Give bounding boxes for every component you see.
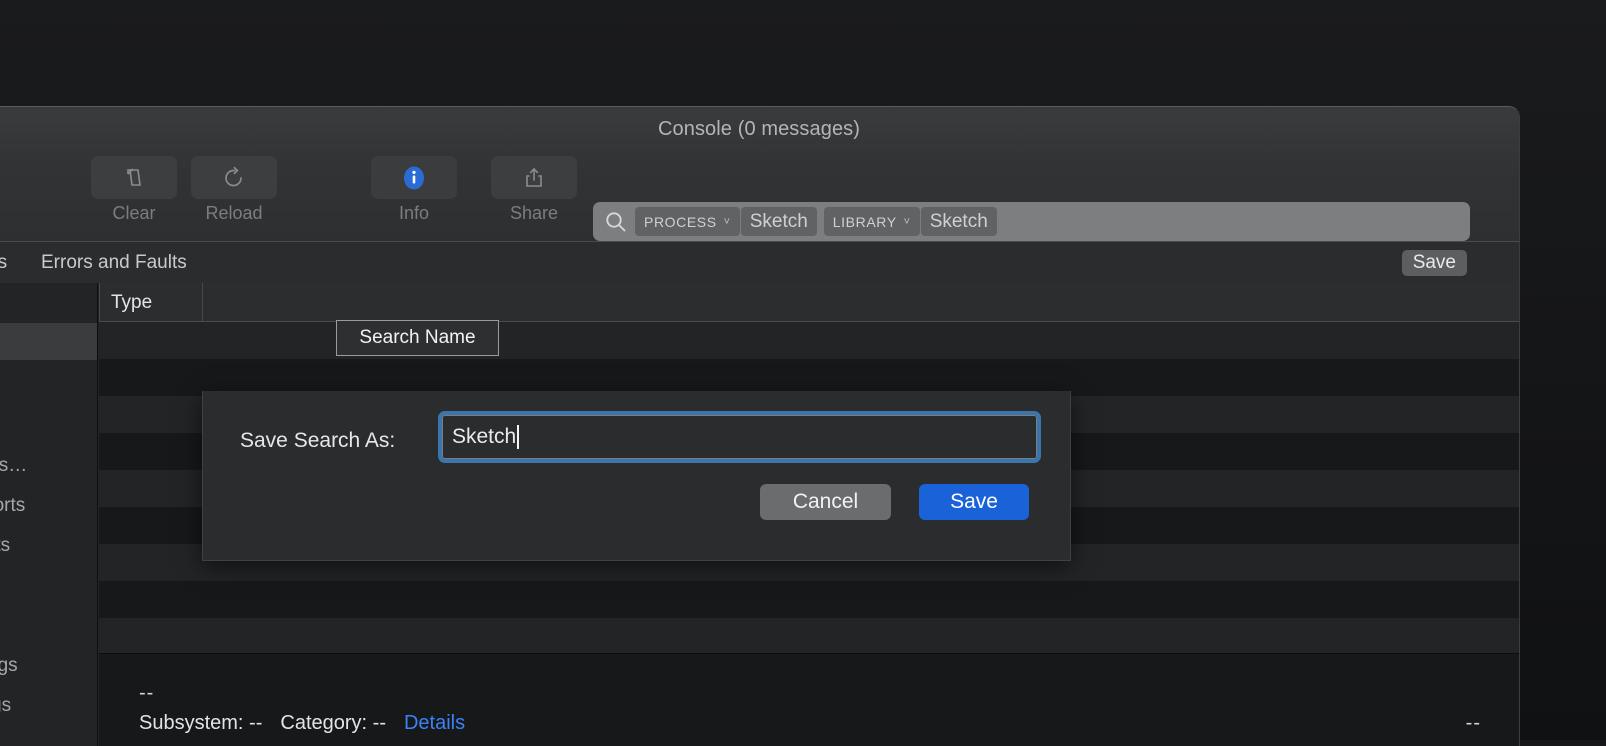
- sidebar-item-4[interactable]: gs: [0, 695, 11, 717]
- clear-button[interactable]: Clear: [91, 156, 177, 224]
- sidebar-item-0[interactable]: ics…: [0, 455, 27, 477]
- chevron-down-icon: ˅: [724, 216, 731, 228]
- save-search-dialog: Save Search As: Sketch Cancel Save: [202, 391, 1071, 561]
- info-button[interactable]: Info: [371, 156, 457, 224]
- detail-category-value: --: [373, 712, 386, 734]
- info-icon: [400, 164, 428, 192]
- search-token-library-category-label: LIBRARY: [833, 214, 897, 230]
- scope-truncated-item[interactable]: es: [0, 252, 7, 274]
- window-titlebar[interactable]: Console (0 messages): [0, 107, 1519, 152]
- save-search-input-value: Sketch: [452, 425, 516, 449]
- toolbar: Clear Reload: [0, 152, 1519, 241]
- cancel-button[interactable]: Cancel: [760, 484, 891, 520]
- column-header-type[interactable]: Type: [111, 292, 152, 314]
- reload-icon: [221, 165, 247, 191]
- search-token-process-category-label: PROCESS: [644, 214, 717, 230]
- sidebar-item-3[interactable]: ogs: [0, 655, 18, 677]
- chevron-down-icon-2: ˅: [904, 216, 911, 228]
- text-caret: [517, 425, 519, 449]
- clear-button-surface: [91, 156, 177, 199]
- sidebar-item-2[interactable]: rts: [0, 535, 10, 557]
- sidebar: ics… ports rts ogs gs: [0, 283, 98, 746]
- save-search-label: Save Search As:: [240, 429, 395, 453]
- detail-subsystem-label: Subsystem:: [139, 712, 243, 734]
- search-token-library-category[interactable]: LIBRARY ˅: [824, 207, 920, 236]
- share-button-surface: [491, 156, 577, 199]
- scope-bar: es Errors and Faults Save: [0, 241, 1519, 283]
- window-title: Console (0 messages): [0, 118, 1519, 141]
- sidebar-selected-highlight: [0, 323, 98, 360]
- clear-icon: [121, 165, 147, 191]
- reload-button-surface: [191, 156, 277, 199]
- table-row[interactable]: [99, 581, 1519, 618]
- search-token-library-value[interactable]: Sketch: [921, 207, 997, 236]
- share-button-label: Share: [491, 203, 577, 224]
- search-token-process-value[interactable]: Sketch: [741, 207, 817, 236]
- detail-details-link[interactable]: Details: [404, 712, 465, 735]
- detail-metadata-row: Subsystem: -- Category: -- Details: [139, 712, 465, 735]
- detail-category: Category: --: [280, 712, 386, 735]
- detail-subsystem: Subsystem: --: [139, 712, 262, 735]
- search-icon: [603, 209, 628, 234]
- table-header-row: Type: [99, 283, 1519, 322]
- detail-category-label: Category:: [280, 712, 367, 734]
- share-icon: [521, 165, 547, 191]
- share-button[interactable]: Share: [491, 156, 577, 224]
- detail-pane: -- Subsystem: -- Category: -- Details --: [99, 653, 1519, 746]
- save-button[interactable]: Save: [919, 484, 1029, 520]
- sidebar-item-1[interactable]: ports: [0, 495, 25, 517]
- search-token-process-category[interactable]: PROCESS ˅: [635, 207, 740, 236]
- reload-button-label: Reload: [191, 203, 277, 224]
- scope-save-button[interactable]: Save: [1402, 250, 1467, 276]
- detail-subsystem-value: --: [249, 712, 262, 734]
- table-row[interactable]: [99, 618, 1519, 653]
- info-button-label: Info: [371, 203, 457, 224]
- detail-message: --: [139, 682, 154, 705]
- search-name-tooltip: Search Name: [336, 320, 499, 356]
- info-button-surface: [371, 156, 457, 199]
- detail-right-value: --: [1466, 712, 1481, 735]
- search-field[interactable]: PROCESS ˅ Sketch LIBRARY ˅ Sketch: [593, 202, 1470, 241]
- save-search-input[interactable]: Sketch: [442, 415, 1037, 459]
- console-window: Console (0 messages) Clear: [0, 106, 1520, 746]
- clear-button-label: Clear: [91, 203, 177, 224]
- scope-errors-and-faults[interactable]: Errors and Faults: [41, 252, 187, 274]
- table-row[interactable]: [99, 322, 1519, 359]
- reload-button[interactable]: Reload: [191, 156, 277, 224]
